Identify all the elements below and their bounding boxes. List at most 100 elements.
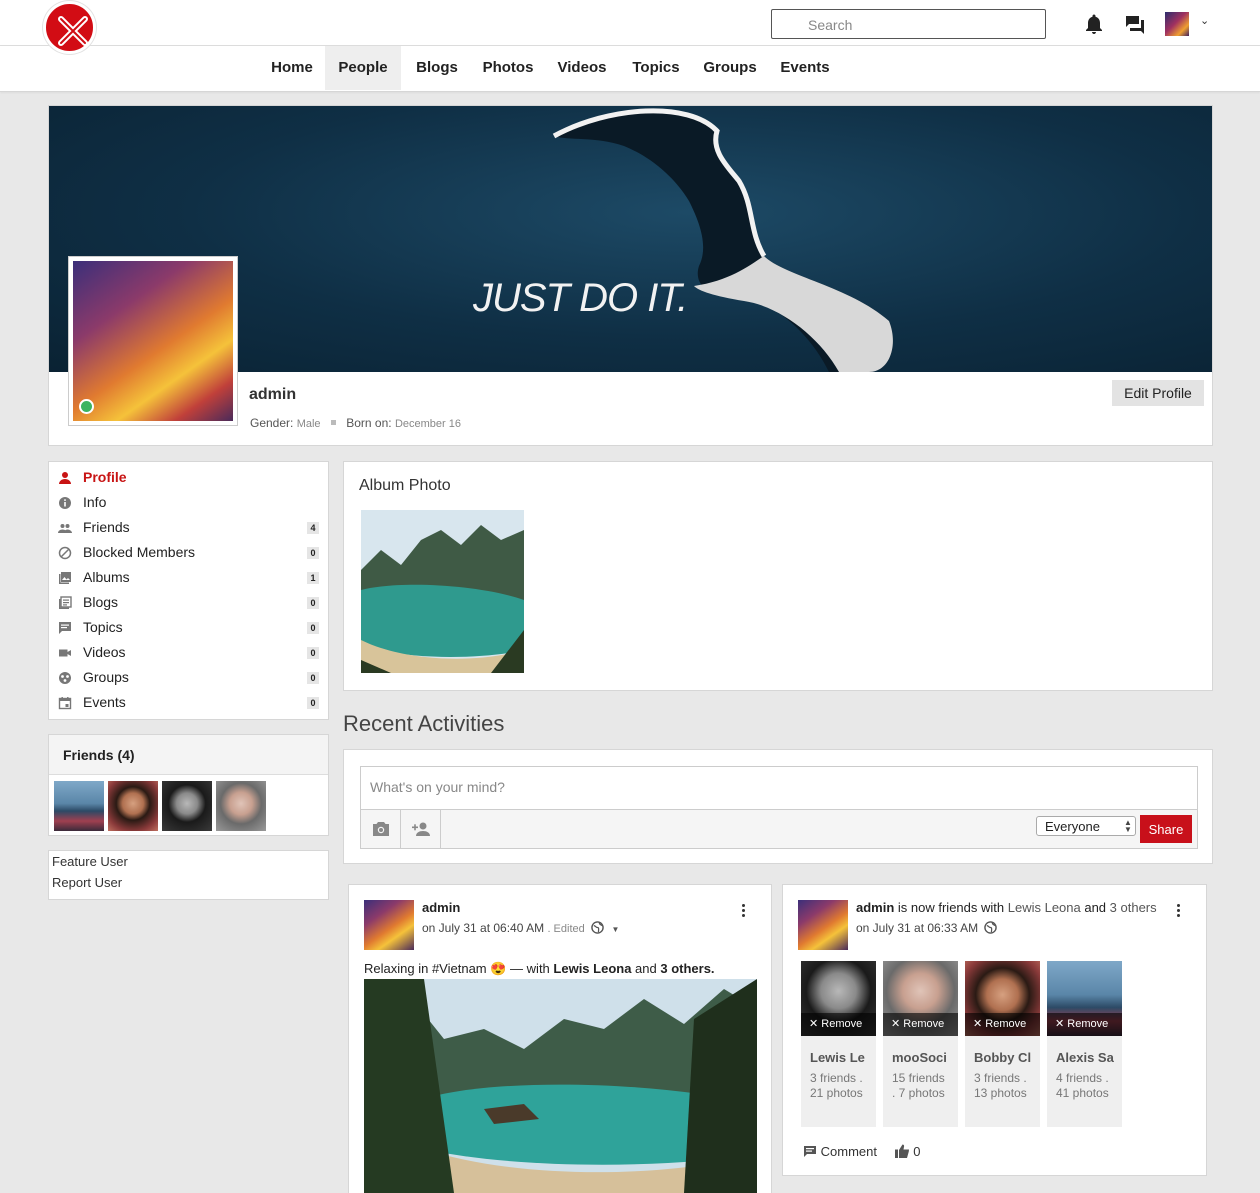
sidebar-item-albums[interactable]: Albums 1 (49, 566, 328, 591)
friend-card[interactable]: ✕ Remove Alexis Sa 4 friends . 41 photos (1047, 961, 1122, 1127)
edit-profile-button[interactable]: Edit Profile (1112, 380, 1204, 406)
search-input[interactable]: Search (771, 9, 1046, 39)
sidebar-item-topics[interactable]: Topics 0 (49, 616, 328, 641)
sidebar-item-label: Events (83, 694, 126, 710)
post-timestamp: on July 31 at 06:33 AM (856, 921, 998, 935)
sidebar-item-blogs[interactable]: Blogs 0 (49, 591, 328, 616)
nav-topics[interactable]: Topics (622, 46, 690, 90)
friend-card[interactable]: ✕ Remove Bobby Cl 3 friends . 13 photos (965, 961, 1040, 1127)
sidebar-item-blocked-members[interactable]: Blocked Members 0 (49, 541, 328, 566)
friend-thumbnail[interactable] (54, 781, 104, 831)
author-avatar[interactable] (798, 900, 848, 950)
count-badge: 0 (307, 547, 319, 559)
friend-card-name[interactable]: Alexis Sa (1056, 1050, 1118, 1065)
others-link[interactable]: 3 others (1110, 900, 1157, 915)
friend-card-stats: 15 friends. 7 photos (892, 1071, 954, 1101)
like-button[interactable]: 0 (894, 1144, 920, 1159)
friends-widget-header: Friends (4) (49, 735, 328, 775)
photo-count: . 7 photos (892, 1086, 945, 1100)
remove-friend-button[interactable]: ✕ Remove (1047, 1013, 1122, 1036)
people-icon (58, 524, 72, 533)
friend-card-name[interactable]: Lewis Le (810, 1050, 872, 1065)
post-time-text: on July 31 at 06:33 AM (856, 921, 979, 935)
nav-videos[interactable]: Videos (547, 46, 617, 90)
top-header: Search ⌄ (0, 0, 1260, 46)
friend-card-name[interactable]: mooSoci (892, 1050, 954, 1065)
nav-events[interactable]: Events (772, 46, 838, 90)
sidebar-item-label: Groups (83, 669, 129, 685)
post-options-icon[interactable] (742, 904, 746, 919)
album-thumbnail[interactable] (361, 510, 524, 673)
friend-card[interactable]: ✕ Remove mooSoci 15 friends. 7 photos (883, 961, 958, 1127)
comment-button[interactable]: Comment (803, 1144, 881, 1159)
user-avatar[interactable] (1165, 12, 1189, 36)
friend-link[interactable]: Lewis Leona (1008, 900, 1081, 915)
blog-icon (59, 596, 72, 609)
remove-friend-button[interactable]: ✕ Remove (801, 1013, 876, 1036)
profile-picture[interactable] (68, 256, 238, 426)
friend-count: 4 friends . (1056, 1071, 1109, 1085)
sidebar-item-friends[interactable]: Friends 4 (49, 516, 328, 541)
emoji: 😍 (490, 961, 507, 976)
hashtag-link[interactable]: #Vietnam (432, 961, 487, 976)
post-photo[interactable] (364, 979, 757, 1193)
person-add-icon (412, 822, 430, 836)
and-text: and (1080, 900, 1110, 915)
bell-icon[interactable] (1085, 14, 1103, 34)
tag-friend-button[interactable] (401, 810, 441, 848)
info-icon (59, 497, 71, 509)
privacy-select[interactable]: Everyone ▲ ▼ (1036, 816, 1136, 836)
friend-card-name[interactable]: Bobby Cl (974, 1050, 1036, 1065)
post-author[interactable]: admin (422, 900, 460, 915)
post-options-icon[interactable] (1177, 904, 1181, 919)
globe-icon[interactable] (984, 921, 998, 934)
comment-label: Comment (820, 1144, 877, 1159)
nav-blogs[interactable]: Blogs (404, 46, 470, 90)
calendar-icon (58, 697, 72, 710)
others-link[interactable]: 3 others. (660, 961, 714, 976)
friend-thumbnail[interactable] (162, 781, 212, 831)
sidebar-item-label: Topics (83, 619, 123, 635)
messages-icon[interactable] (1124, 14, 1146, 34)
friend-thumbnail[interactable] (216, 781, 266, 831)
add-photo-button[interactable] (361, 810, 401, 848)
nav-groups[interactable]: Groups (695, 46, 765, 90)
site-logo[interactable] (43, 1, 96, 54)
sidebar-item-groups[interactable]: Groups 0 (49, 666, 328, 691)
sidebar-item-events[interactable]: Events 0 (49, 691, 328, 716)
sidebar-item-videos[interactable]: Videos 0 (49, 641, 328, 666)
cover-slogan: JUST DO IT. (473, 276, 688, 320)
nav-home[interactable]: Home (258, 46, 326, 90)
remove-label: Remove (821, 1018, 863, 1030)
born-value: December 16 (394, 418, 461, 430)
privacy-dropdown-icon[interactable]: ▼ (611, 925, 619, 934)
friend-thumbnail[interactable] (108, 781, 158, 831)
count-badge: 0 (307, 647, 319, 659)
sidebar-item-label: Blogs (83, 594, 119, 610)
tagged-friend-link[interactable]: Lewis Leona (553, 961, 631, 976)
sidebar-item-label: Friends (83, 519, 130, 535)
feature-user-link[interactable]: Feature User (52, 854, 128, 869)
remove-friend-button[interactable]: ✕ Remove (883, 1013, 958, 1036)
globe-icon[interactable] (591, 921, 604, 934)
edited-label[interactable]: . Edited (547, 923, 584, 935)
chevron-down-icon[interactable]: ⌄ (1200, 14, 1209, 27)
nav-photos[interactable]: Photos (474, 46, 542, 90)
author-avatar[interactable] (364, 900, 414, 950)
remove-friend-button[interactable]: ✕ Remove (965, 1013, 1040, 1036)
sidebar-item-profile[interactable]: Profile (49, 466, 328, 491)
topic-icon (59, 622, 71, 634)
post-timestamp: on July 31 at 06:40 AM . Edited ▼ (422, 921, 619, 935)
vietnam-landscape-photo (364, 979, 757, 1193)
friend-card[interactable]: ✕ Remove Lewis Le 3 friends . 21 photos (801, 961, 876, 1127)
post-author[interactable]: admin (856, 900, 894, 915)
friends-widget: Friends (4) (48, 734, 329, 836)
with-text: — with (506, 961, 554, 976)
sidebar-item-info[interactable]: Info (49, 491, 328, 516)
composer-toolbar: Everyone ▲ ▼ Share (360, 809, 1198, 849)
share-button[interactable]: Share (1140, 815, 1192, 843)
activity-post: admin on July 31 at 06:40 AM . Edited ▼ … (348, 884, 772, 1193)
nav-people[interactable]: People (325, 46, 401, 90)
status-input[interactable]: What's on your mind? (360, 766, 1198, 810)
report-user-link[interactable]: Report User (52, 875, 122, 890)
